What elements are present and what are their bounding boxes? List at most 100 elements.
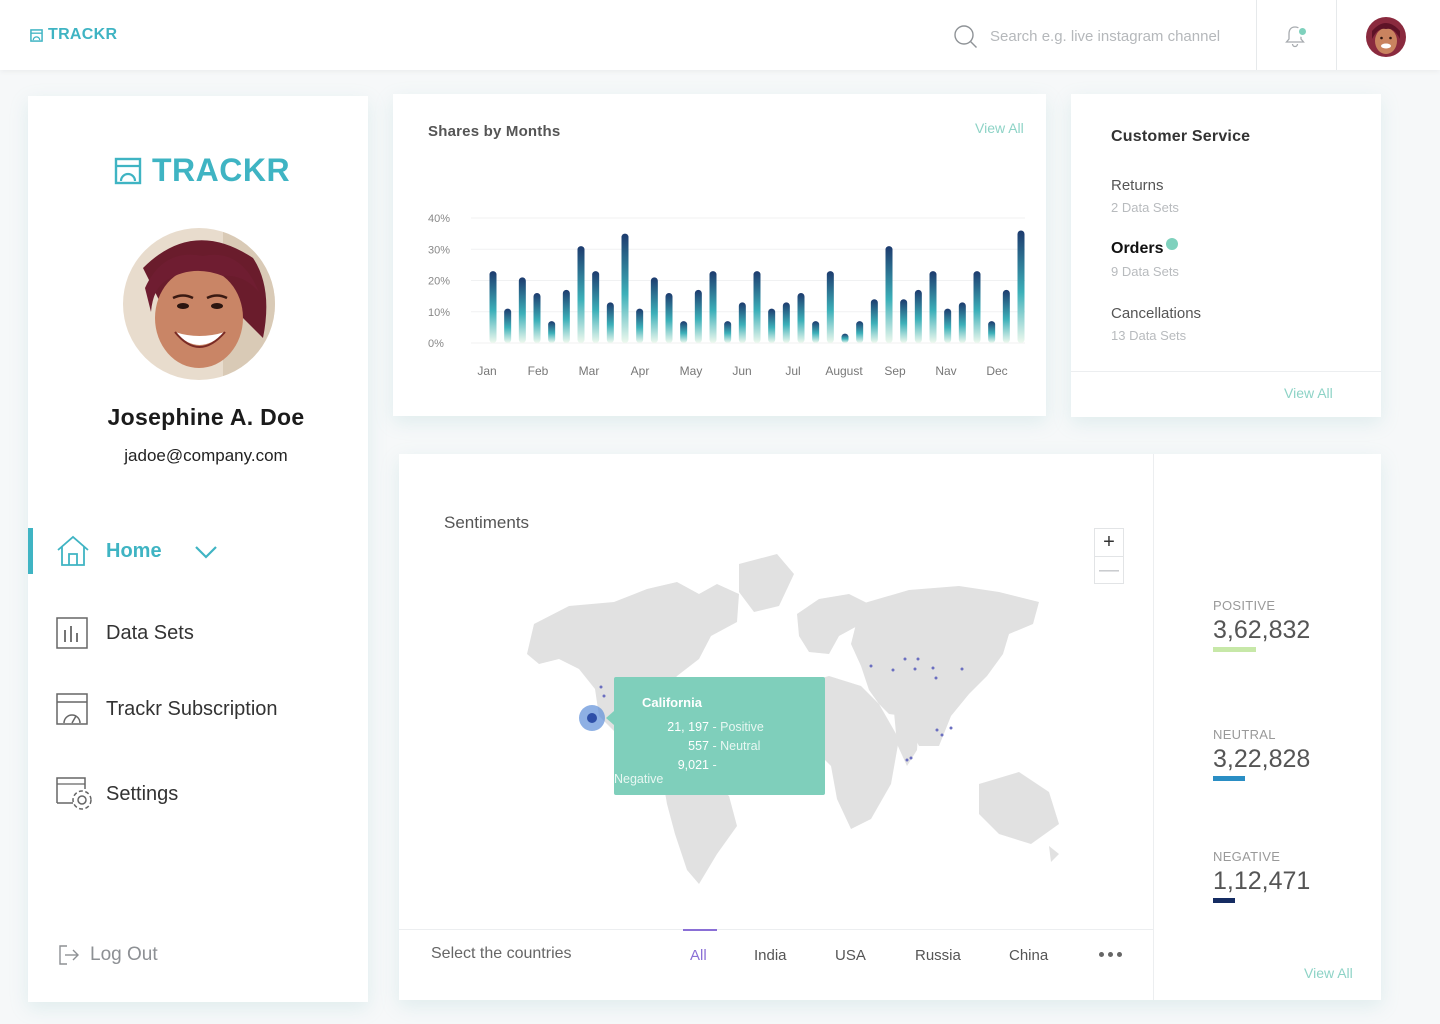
x-tick-label: Nav	[935, 364, 956, 378]
nav-subscription-label: Trackr Subscription	[106, 697, 278, 720]
tab-all[interactable]: All	[690, 947, 707, 964]
more-options-icon[interactable]	[1099, 952, 1122, 957]
chart-bar[interactable]	[694, 289, 702, 343]
chart-bar[interactable]	[870, 299, 878, 343]
chart-bar[interactable]	[636, 308, 644, 343]
nav-subscription[interactable]: Trackr Subscription	[28, 686, 368, 732]
chart-bar[interactable]	[826, 271, 834, 343]
chart-bar[interactable]	[797, 293, 805, 343]
chart-bar[interactable]	[1002, 289, 1010, 343]
tab-china[interactable]: China	[1009, 947, 1048, 964]
map-tooltip: California 21, 197 - Positive 557 - Neut…	[614, 677, 825, 795]
stat-neutral: NEUTRAL 3,22,828	[1213, 727, 1310, 781]
chart-bar[interactable]	[592, 271, 600, 343]
chart-bar[interactable]	[650, 277, 658, 343]
stat-label: NEUTRAL	[1213, 727, 1276, 742]
chart-bar[interactable]	[533, 293, 541, 343]
tooltip-row: 557 - Neutral	[688, 739, 761, 753]
chevron-down-icon[interactable]	[194, 540, 218, 562]
chart-bar[interactable]	[973, 271, 981, 343]
nav-data-sets[interactable]: Data Sets	[28, 610, 368, 656]
y-tick-label: 20%	[428, 276, 450, 288]
x-tick-label: Jun	[732, 364, 751, 378]
chart-bar[interactable]	[504, 308, 512, 343]
chart-bar[interactable]	[1017, 230, 1025, 344]
chart-bar[interactable]	[753, 271, 761, 343]
sidebar-logo[interactable]: TRACKR	[114, 152, 290, 189]
cs-item-cancellations[interactable]: Cancellations 13 Data Sets	[1111, 305, 1201, 343]
search-input[interactable]: Search e.g. live instagram channel	[990, 28, 1220, 45]
chart-bar[interactable]	[958, 302, 966, 343]
tooltip-row: 21, 197 - Positive	[667, 720, 764, 734]
chart-bar[interactable]	[621, 233, 629, 343]
cs-item-name: Cancellations	[1111, 305, 1202, 322]
top-logo[interactable]: TRACKR	[30, 26, 117, 44]
chart-bar[interactable]	[562, 289, 570, 343]
stat-value: 3,62,832	[1213, 616, 1311, 644]
cs-item-orders[interactable]: Orders 9 Data Sets	[1111, 238, 1179, 279]
chart-bar[interactable]	[738, 302, 746, 343]
chart-bar[interactable]	[768, 308, 776, 343]
tab-usa[interactable]: USA	[835, 947, 866, 964]
chart-bar[interactable]	[782, 302, 790, 343]
chart-bar[interactable]	[548, 321, 556, 343]
search-icon	[954, 25, 977, 48]
chart-bar[interactable]	[900, 299, 908, 343]
active-indicator	[28, 528, 33, 574]
logout-button[interactable]: Log Out	[58, 944, 158, 966]
cs-item-name: Orders	[1111, 240, 1164, 257]
stat-label: NEGATIVE	[1213, 849, 1281, 864]
user-avatar[interactable]	[1366, 17, 1406, 57]
sentiments-view-all-link[interactable]: View All	[1304, 965, 1353, 981]
sentiments-card: Sentiments + — California 21, 197 - Posi…	[399, 454, 1381, 1000]
chart-bar[interactable]	[577, 246, 585, 343]
y-tick-label: 10%	[428, 307, 450, 319]
chart-bar[interactable]	[489, 271, 497, 343]
chart-bar[interactable]	[709, 271, 717, 343]
x-tick-label: Apr	[631, 364, 650, 378]
sidebar-logo-text: TRACKR	[152, 152, 291, 188]
logo-icon	[30, 28, 43, 42]
chart-bar[interactable]	[944, 308, 952, 343]
stat-bar	[1213, 776, 1245, 781]
divider	[399, 929, 1153, 930]
search-bar[interactable]: Search e.g. live instagram channel	[953, 24, 1220, 49]
y-tick-label: 40%	[428, 213, 450, 225]
chart-bar[interactable]	[518, 277, 526, 343]
chart-bar[interactable]	[812, 321, 820, 343]
top-bar: TRACKR Search e.g. live instagram channe…	[0, 0, 1440, 70]
active-tab-indicator	[683, 929, 717, 931]
chart-bar[interactable]	[988, 321, 996, 343]
top-divider	[1256, 0, 1257, 70]
cs-item-returns[interactable]: Returns 2 Data Sets	[1111, 177, 1179, 215]
chart-bar[interactable]	[929, 271, 937, 343]
x-tick-label: Feb	[528, 364, 549, 378]
tab-india[interactable]: India	[754, 947, 787, 964]
chart-bar[interactable]	[885, 246, 893, 343]
tooltip-title: California	[642, 695, 702, 710]
cs-item-name: Returns	[1111, 177, 1164, 194]
chart-bar[interactable]	[680, 321, 688, 343]
tab-russia[interactable]: Russia	[915, 947, 961, 964]
chart-bar[interactable]	[841, 333, 849, 343]
nav-home[interactable]: Home	[28, 528, 368, 574]
nav-data-sets-label: Data Sets	[106, 621, 194, 644]
chart-bar[interactable]	[724, 321, 732, 343]
x-tick-label: Jan	[477, 364, 496, 378]
nav-settings-label: Settings	[106, 782, 179, 805]
bar-chart-icon	[56, 617, 88, 649]
chart-bar[interactable]	[665, 293, 673, 343]
stat-negative: NEGATIVE 1,12,471	[1213, 849, 1310, 903]
stat-positive: POSITIVE 3,62,832	[1213, 598, 1310, 652]
cs-item-sub: 2 Data Sets	[1111, 200, 1179, 215]
chart-bar[interactable]	[914, 289, 922, 343]
x-tick-label: Jul	[785, 364, 800, 378]
chart-bar[interactable]	[856, 321, 864, 343]
chart-bar[interactable]	[606, 302, 614, 343]
nav-settings[interactable]: Settings	[28, 771, 368, 817]
cs-view-all-link[interactable]: View All	[1284, 385, 1333, 401]
logout-label: Log Out	[90, 944, 158, 965]
home-icon	[57, 535, 89, 566]
stat-value: 3,22,828	[1213, 745, 1311, 773]
sidebar: TRACKR Josephine A. Doe jadoe@company.co…	[28, 96, 368, 1002]
